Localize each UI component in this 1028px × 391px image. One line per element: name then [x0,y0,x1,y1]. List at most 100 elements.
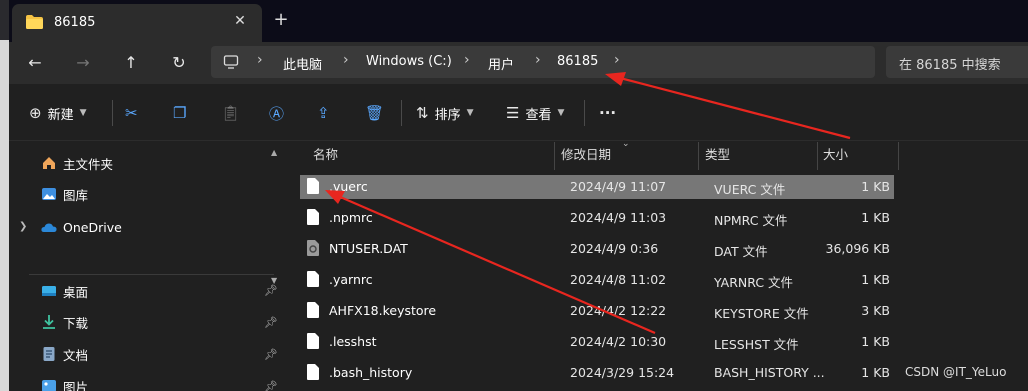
new-label: 新建 [47,107,74,123]
search-placeholder: 在 86185 中搜索 [899,58,1001,73]
tab-86185[interactable]: 86185 ✕ [12,4,262,42]
sidebar-item-gallery[interactable]: 图库 [41,181,88,207]
file-size: 3 KB [861,303,890,318]
divider [29,274,274,275]
column-header-size[interactable]: 大小 [823,142,848,170]
breadcrumb-86185[interactable]: 86185 [557,54,598,69]
file-date: 2024/4/8 11:02 [570,272,667,287]
view-button[interactable]: ☰ 查看 ▼ [506,102,564,124]
navigation-pane: ▲ 主文件夹 图库 ❯ OneDrive ▼ 桌面 📌︎ 下载 📌︎ 文档 📌︎… [9,142,279,391]
file-type: KEYSTORE 文件 [714,306,809,321]
back-button[interactable]: ← [23,51,47,75]
more-options-button[interactable]: ··· [599,102,616,124]
sidebar-item-home[interactable]: 主文件夹 [41,150,113,176]
up-button[interactable]: ↑ [119,51,143,75]
file-row[interactable]: NTUSER.DAT 2024/4/9 0:36 DAT 文件 36,096 K… [300,237,894,261]
breadcrumb-windows-c[interactable]: Windows (C:) [366,54,452,69]
file-size: 36,096 KB [825,241,890,256]
scissors-icon: ✂ [125,104,138,122]
sidebar-item-desktop[interactable]: 桌面 [41,278,88,304]
breadcrumb-users[interactable]: 用户 [488,54,514,73]
column-header-type[interactable]: 类型 [705,142,730,170]
file-type: YARNRC 文件 [714,275,794,290]
column-divider[interactable] [898,142,899,170]
copy-button[interactable]: ❐ [173,102,186,124]
share-button[interactable]: ⇪ [317,102,330,124]
scroll-up-icon[interactable]: ▲ [271,148,277,157]
tab-title: 86185 [54,15,96,30]
close-tab-icon[interactable]: ✕ [230,11,250,31]
search-box[interactable]: 在 86185 中搜索 [886,46,1028,78]
column-header-date[interactable]: 修改日期 [561,142,611,170]
chevron-right-icon: › [257,52,263,68]
column-header-name[interactable]: 名称 [313,142,338,170]
file-date: 2024/4/9 11:03 [570,210,667,225]
column-divider[interactable] [698,142,699,170]
new-button[interactable]: ⊕ 新建 ▼ [29,102,87,124]
file-type: BASH_HISTORY ... [714,365,825,380]
command-bar: ⊕ 新建 ▼ ✂ ❐ 📋︎ Ⓐ ⇪ 🗑︎ ⇅ 排序 ▼ ☰ 查看 ▼ ··· [9,84,1028,141]
divider [112,100,113,126]
file-row[interactable]: .yarnrc 2024/4/8 11:02 YARNRC 文件 1 KB [300,268,894,292]
sort-button[interactable]: ⇅ 排序 ▼ [416,102,474,124]
pin-icon[interactable]: 📌︎ [264,284,278,297]
folder-icon [26,15,43,29]
file-row[interactable]: .lesshst 2024/4/2 10:30 LESSHST 文件 1 KB [300,330,894,354]
file-date: 2024/4/9 0:36 [570,241,659,256]
file-size: 1 KB [861,179,890,194]
chevron-down-icon: ▼ [466,108,474,118]
sidebar-item-documents[interactable]: 文档 [41,341,88,367]
paste-button[interactable]: 📋︎ [221,102,240,124]
refresh-button[interactable]: ↻ [167,51,191,75]
file-date: 2024/4/9 11:07 [570,179,667,194]
forward-button[interactable]: → [71,51,95,75]
chevron-right-icon: › [464,52,470,68]
column-divider[interactable] [554,142,555,170]
file-type: VUERC 文件 [714,182,786,197]
sidebar-item-label: 图库 [63,187,89,203]
file-explorer-window: 86185 ✕ + ← → ↑ ↻ › 此电脑 › Windows (C:) ›… [9,0,1028,391]
pin-icon[interactable]: 📌︎ [264,380,278,391]
sidebar-item-label: 图片 [63,379,89,391]
address-bar[interactable]: › 此电脑 › Windows (C:) › 用户 › 86185 › [211,46,875,78]
divider [584,100,585,126]
file-list: ⌄ 名称 修改日期 类型 大小 .vuerc 2024/4/9 11:07 VU… [280,139,1028,391]
breadcrumb-this-pc[interactable]: 此电脑 [283,54,322,73]
file-icon [307,364,319,380]
chevron-right-icon[interactable]: › [614,52,620,68]
rename-button[interactable]: Ⓐ [269,102,284,124]
list-view-icon: ☰ [506,104,520,122]
pin-icon[interactable]: 📌︎ [264,348,278,361]
trash-icon: 🗑︎ [365,104,385,122]
file-date: 2024/4/2 12:22 [570,303,667,318]
share-icon: ⇪ [317,104,330,122]
gallery-icon [42,188,56,200]
file-row[interactable]: .vuerc 2024/4/9 11:07 VUERC 文件 1 KB [300,175,894,199]
title-bar: 86185 ✕ + [9,0,1028,42]
file-date: 2024/3/29 15:24 [570,365,675,380]
sidebar-item-pictures[interactable]: 图片 [41,373,88,391]
cut-button[interactable]: ✂ [125,102,138,124]
chevron-right-icon[interactable]: ❯ [19,221,27,232]
divider [401,100,402,126]
view-label: 查看 [525,107,552,123]
file-row[interactable]: .bash_history 2024/3/29 15:24 BASH_HISTO… [300,361,894,385]
system-file-icon [307,240,319,256]
sidebar-item-onedrive[interactable]: OneDrive [41,214,122,240]
delete-button[interactable]: 🗑︎ [365,102,384,124]
file-row[interactable]: AHFX18.keystore 2024/4/2 12:22 KEYSTORE … [300,299,894,323]
file-name: NTUSER.DAT [329,241,408,256]
file-name: .npmrc [329,210,373,225]
pin-icon[interactable]: 📌︎ [264,316,278,329]
watermark: CSDN @IT_YeLuo [905,365,1007,379]
sidebar-item-downloads[interactable]: 下载 [41,309,88,335]
documents-icon [43,347,55,361]
home-icon [43,157,55,169]
file-name: .bash_history [329,365,413,380]
file-icon [307,333,319,349]
file-row[interactable]: .npmrc 2024/4/9 11:03 NPMRC 文件 1 KB [300,206,894,230]
column-divider[interactable] [817,142,818,170]
new-tab-button[interactable]: + [271,10,291,30]
chevron-right-icon: › [535,52,541,68]
pictures-icon [42,380,56,391]
